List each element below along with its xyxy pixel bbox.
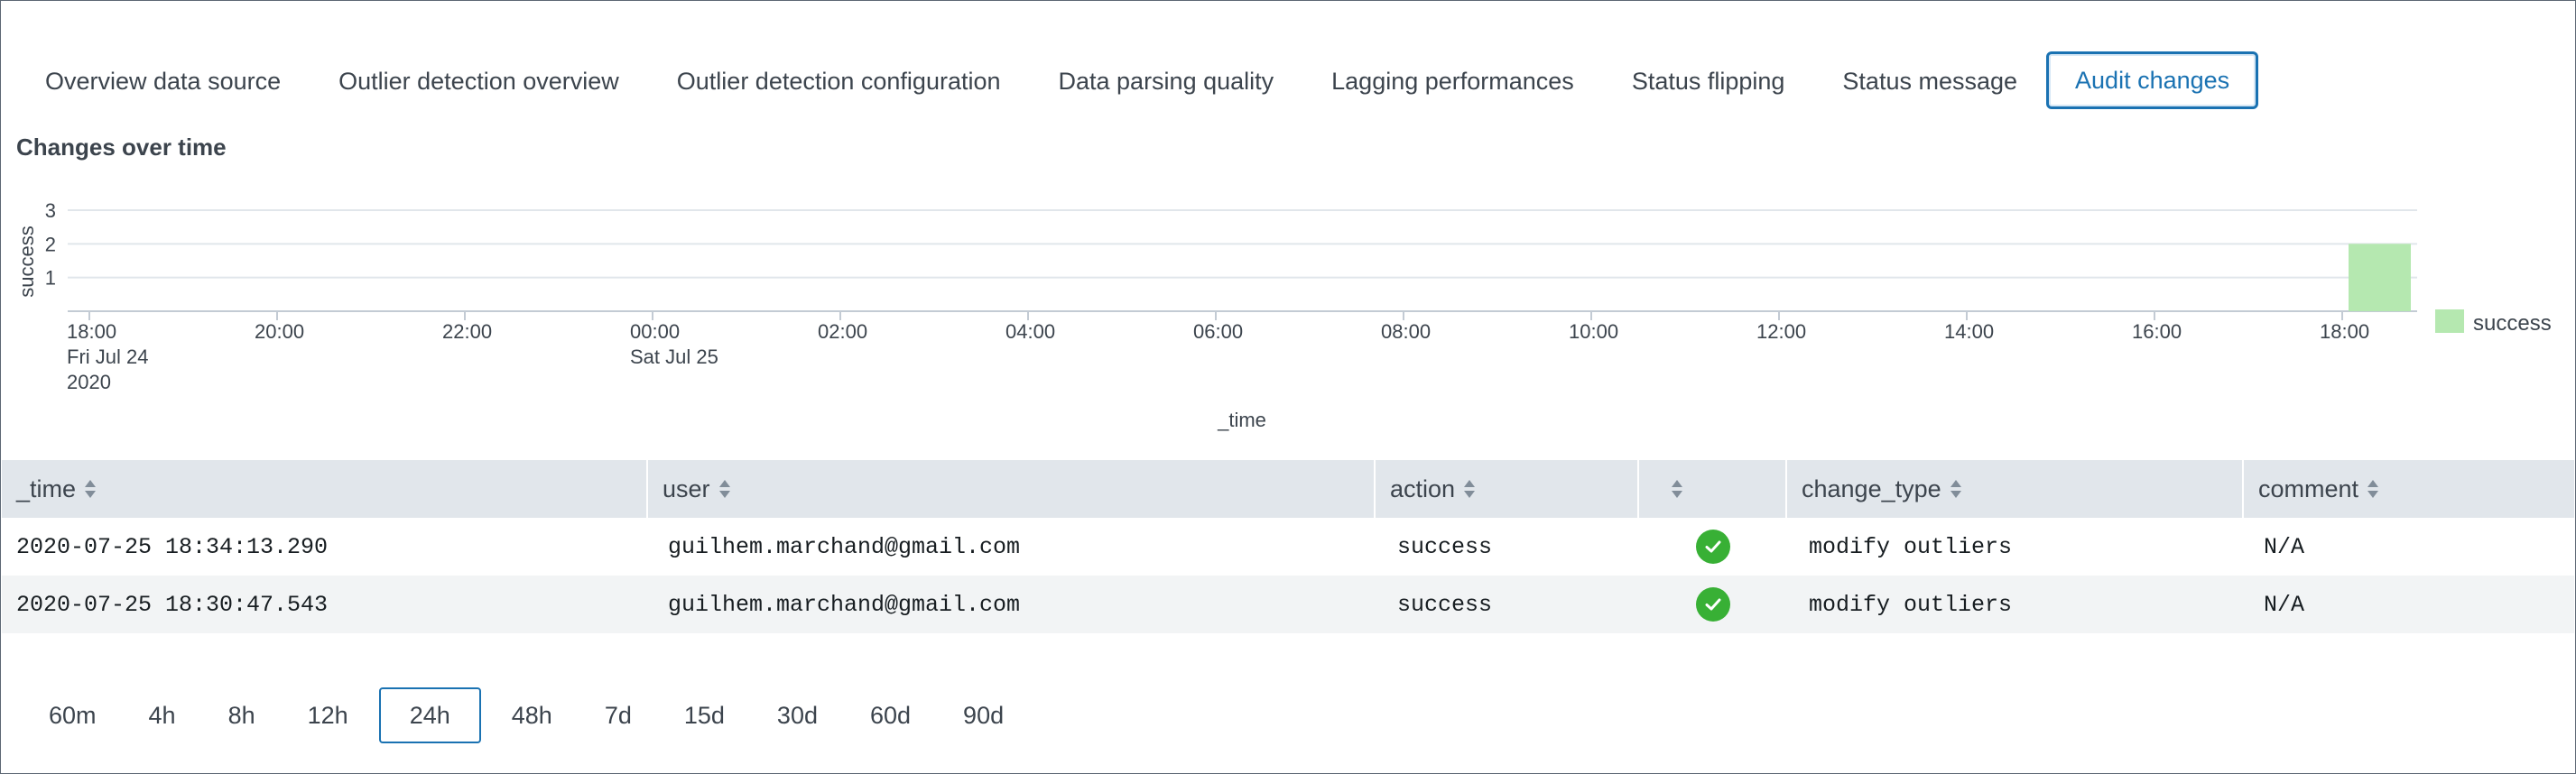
x-tick-label: 18:00 (2320, 320, 2369, 343)
cell-change-type: modify outliers (1809, 533, 2013, 560)
x-axis-label: _time (1217, 409, 1266, 431)
check-circle-icon (1696, 587, 1730, 622)
range-button-60d[interactable]: 60d (839, 687, 941, 743)
cell-action: success (1397, 533, 1493, 560)
range-button-12h[interactable]: 12h (277, 687, 379, 743)
tab-data-parsing-quality[interactable]: Data parsing quality (1030, 51, 1303, 109)
col-header-user[interactable]: user (648, 460, 1376, 518)
x-tick-label: 12:00 (1756, 320, 1806, 343)
tab-overview-data-source[interactable]: Overview data source (16, 51, 310, 109)
x-tick-label: 00:00 (630, 320, 680, 343)
col-header-comment-label: comment (2258, 475, 2359, 502)
col-header-user-label: user (663, 475, 710, 502)
tab-outlier-detection-overview[interactable]: Outlier detection overview (310, 51, 648, 109)
tab-status-message[interactable]: Status message (1813, 51, 2046, 109)
range-button-90d[interactable]: 90d (932, 687, 1034, 743)
cell-user: guilhem.marchand@gmail.com (668, 591, 1021, 618)
y-ticks: 1 2 3 (45, 199, 56, 290)
x-tick-label: 10:00 (1569, 320, 1618, 343)
cell-time: 2020-07-25 18:30:47.543 (16, 591, 329, 618)
table-header: _time user action change_type comment (2, 460, 2574, 518)
col-header-action[interactable]: action (1376, 460, 1639, 518)
tab-bar: Overview data source Outlier detection o… (16, 51, 2259, 109)
sort-icon (718, 479, 730, 499)
col-header-comment[interactable]: comment (2244, 460, 2574, 518)
cell-comment: N/A (2264, 533, 2305, 560)
x-tick-label: 02:00 (818, 320, 867, 343)
range-button-48h[interactable]: 48h (481, 687, 583, 743)
x-tick-sublabel: 2020 (67, 371, 111, 393)
cell-user: guilhem.marchand@gmail.com (668, 533, 1021, 560)
x-tick-label: 20:00 (255, 320, 304, 343)
range-button-60m[interactable]: 60m (18, 687, 127, 743)
cell-status (1639, 576, 1787, 633)
sort-icon (1464, 479, 1476, 499)
legend-swatch[interactable] (2435, 309, 2464, 333)
x-tick-sublabel: Sat Jul 25 (630, 346, 718, 368)
bars (2349, 244, 2411, 311)
x-tick-label: 22:00 (442, 320, 492, 343)
x-tick-label: 04:00 (1005, 320, 1055, 343)
sort-icon (1672, 479, 1682, 499)
range-button-4h[interactable]: 4h (118, 687, 207, 743)
y-axis-label: success (15, 226, 38, 297)
sort-icon (2368, 479, 2379, 499)
y-tick-label: 1 (45, 267, 56, 290)
section-title: Changes over time (16, 134, 227, 161)
x-tick-label: 08:00 (1381, 320, 1431, 343)
range-button-30d[interactable]: 30d (746, 687, 848, 743)
table-row[interactable]: 2020-07-25 18:34:13.290 guilhem.marchand… (2, 518, 2574, 576)
y-tick-label: 3 (45, 199, 56, 222)
col-header-time[interactable]: _time (2, 460, 648, 518)
cell-time: 2020-07-25 18:34:13.290 (16, 533, 329, 560)
cell-comment: N/A (2264, 591, 2305, 618)
check-circle-icon (1696, 530, 1730, 564)
table-row[interactable]: 2020-07-25 18:30:47.543 guilhem.marchand… (2, 576, 2574, 633)
cell-action: success (1397, 591, 1493, 618)
range-button-24h[interactable]: 24h (378, 687, 481, 743)
x-tick-label: 06:00 (1193, 320, 1243, 343)
x-tick-sublabel: Fri Jul 24 (67, 346, 148, 368)
range-button-8h[interactable]: 8h (198, 687, 286, 743)
y-grid (68, 209, 2417, 279)
x-ticks: 18:00 Fri Jul 24 2020 20:00 22:00 00:00 Sat Ju… (67, 311, 2369, 393)
legend-label[interactable]: success (2473, 311, 2552, 336)
tab-outlier-detection-configuration[interactable]: Outlier detection configuration (648, 51, 1030, 109)
x-tick-label: 16:00 (2132, 320, 2182, 343)
changes-chart: success 1 2 3 18:00 Fri Jul 24 2020 20:00 22:0… (15, 199, 2552, 431)
tab-audit-changes[interactable]: Audit changes (2046, 51, 2259, 109)
tab-lagging-performances[interactable]: Lagging performances (1302, 51, 1603, 109)
col-header-time-label: _time (16, 475, 77, 502)
sort-icon (85, 479, 97, 499)
cell-change-type: modify outliers (1809, 591, 2013, 618)
sort-icon (1950, 479, 1961, 499)
tab-status-flipping[interactable]: Status flipping (1603, 51, 1814, 109)
time-range-selector: 60m 4h 8h 12h 24h 48h 7d 15d 30d 60d 90d (18, 687, 1025, 743)
x-tick-label: 18:00 (67, 320, 116, 343)
range-button-15d[interactable]: 15d (653, 687, 755, 743)
x-tick-label: 14:00 (1944, 320, 1994, 343)
col-header-action-label: action (1390, 475, 1456, 502)
y-tick-label: 2 (45, 233, 56, 255)
chart-bar[interactable] (2349, 244, 2411, 311)
range-button-7d[interactable]: 7d (574, 687, 663, 743)
cell-status (1639, 518, 1787, 576)
col-header-change-type-label: change_type (1802, 475, 1941, 502)
col-header-change-type[interactable]: change_type (1787, 460, 2244, 518)
col-header-status[interactable] (1639, 460, 1787, 518)
audit-table: _time user action change_type comment 20… (2, 460, 2574, 633)
